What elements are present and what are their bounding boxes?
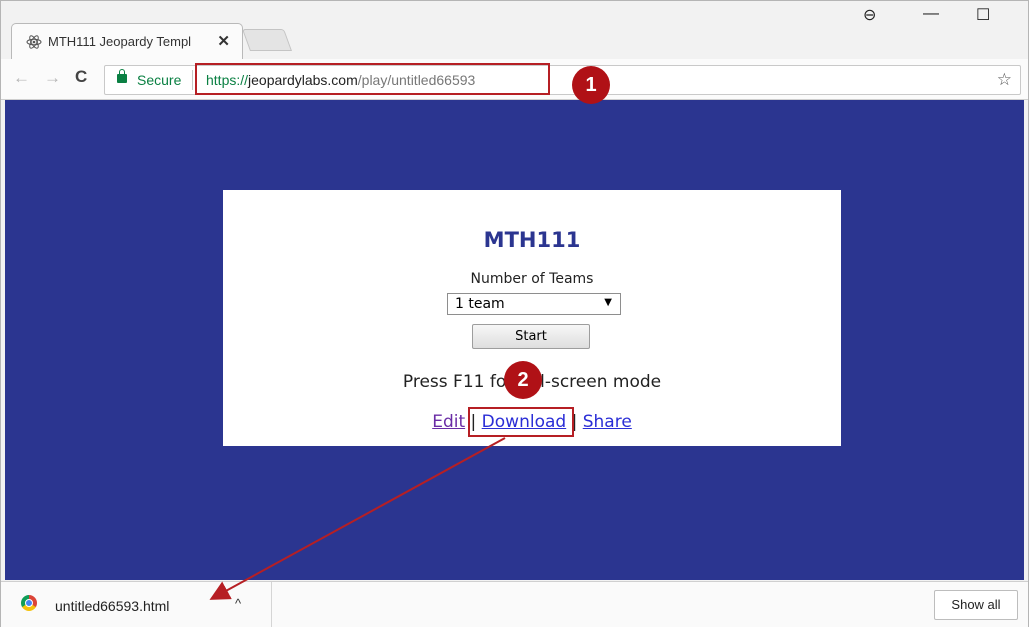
chrome-icon: [21, 595, 37, 611]
minimize-icon[interactable]: —: [923, 5, 939, 23]
divider: [192, 70, 193, 90]
start-button[interactable]: Start: [472, 324, 590, 349]
tab-strip: MTH111 Jeopardy Templ ✕ ⊖ — ☐: [1, 1, 1028, 60]
secure-label: Secure: [137, 72, 182, 88]
maximize-icon[interactable]: ☐: [976, 5, 990, 25]
teams-select[interactable]: 1 team ▼: [447, 293, 621, 315]
tab-title: MTH111 Jeopardy Templ: [48, 34, 192, 49]
share-link[interactable]: Share: [583, 412, 632, 432]
tab-jeopardy[interactable]: MTH111 Jeopardy Templ ✕: [11, 23, 243, 60]
url-highlight-box: [195, 63, 550, 95]
lock-icon: [117, 69, 127, 83]
download-item[interactable]: untitled66593.html ^: [1, 582, 272, 627]
page-title: MTH111: [483, 228, 581, 252]
atom-icon: [26, 35, 42, 49]
new-tab-button[interactable]: [241, 29, 293, 51]
chevron-up-icon[interactable]: ^: [235, 596, 241, 611]
reload-icon[interactable]: C: [75, 67, 87, 87]
show-all-button[interactable]: Show all: [934, 590, 1018, 620]
teams-select-value: 1 team: [455, 296, 505, 312]
download-highlight-box: [468, 407, 574, 437]
step-badge-1: 1: [572, 66, 610, 104]
page-content: MTH111 Number of Teams 1 team ▼ Start Pr…: [5, 100, 1024, 580]
edit-link[interactable]: Edit: [432, 412, 465, 432]
back-icon[interactable]: ←: [13, 68, 30, 88]
close-icon[interactable]: ✕: [217, 32, 230, 50]
step-badge-2: 2: [504, 361, 542, 399]
chevron-down-icon: ▼: [604, 297, 612, 308]
download-filename: untitled66593.html: [55, 598, 170, 614]
download-bar: untitled66593.html ^ Show all: [1, 581, 1028, 627]
profile-icon[interactable]: ⊖: [863, 5, 876, 25]
teams-label: Number of Teams: [470, 271, 594, 287]
bookmark-star-icon[interactable]: ☆: [997, 70, 1012, 90]
forward-icon[interactable]: →: [44, 68, 61, 88]
